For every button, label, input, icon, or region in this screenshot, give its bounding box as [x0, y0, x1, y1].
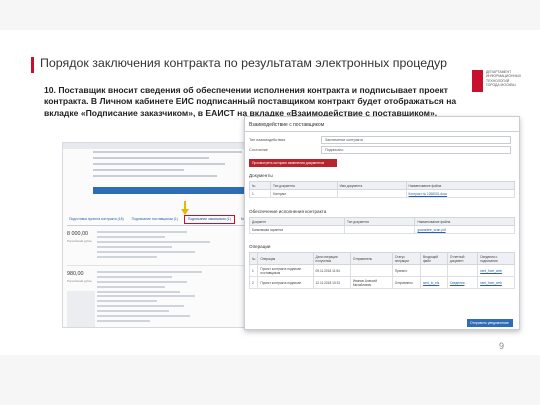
- field-label: Тип взаимодействия: [249, 138, 286, 142]
- eis-header-text: [93, 151, 258, 181]
- security-heading: Обеспечение исполнения контракта: [249, 209, 327, 214]
- page-number: 9: [499, 341, 505, 351]
- slide-title: Порядок заключения контракта по результа…: [40, 56, 448, 70]
- signing-link[interactable]: sent_from_web: [477, 276, 515, 289]
- column-header: Наименование файла: [405, 181, 516, 190]
- security-file-link[interactable]: guarantee_scan.pdf: [414, 225, 515, 234]
- title-divider: [245, 131, 519, 132]
- logo-text: департамент информационных технологий го…: [486, 70, 522, 88]
- slide-description: 10. Поставщик вносит сведения об обеспеч…: [44, 85, 457, 118]
- tab-contract-preparation[interactable]: Подготовка проекта контракта (18): [67, 215, 126, 224]
- contract-price: 980,00: [67, 271, 84, 277]
- contract-card-details: [97, 231, 247, 261]
- documents-heading: Документы: [249, 173, 273, 178]
- table-cell: 12.11.2018 10:31: [312, 276, 351, 289]
- documents-table: № Тип документа Имя документа Наименован…: [249, 181, 516, 198]
- history-button[interactable]: Просмотреть историю изменения документов: [249, 159, 337, 167]
- currency-label: Российский рубль: [67, 279, 92, 283]
- card-divider: [67, 265, 261, 266]
- currency-label: Российский рубль: [67, 239, 92, 243]
- column-header: Наименование файла: [414, 217, 515, 226]
- eis-topbar: [63, 143, 261, 149]
- contract-card-details: [97, 295, 247, 325]
- column-header: Дата операции получения: [312, 252, 351, 265]
- column-header: Документ: [249, 217, 345, 226]
- security-table: Документ Тип документа Наименование файл…: [249, 217, 515, 234]
- table-cell: Иванов Алексей Михайлович: [349, 276, 393, 289]
- table-row: 2 Проект контракта подписан 12.11.2018 1…: [248, 276, 515, 289]
- arrow-down-icon: [181, 201, 189, 215]
- eis-nav-bar[interactable]: [93, 187, 259, 194]
- column-header: №: [248, 252, 259, 265]
- table-cell: Принято: [391, 264, 421, 277]
- table-cell: [336, 189, 407, 198]
- table-cell: Проект контракта подписан поставщиком: [257, 264, 314, 277]
- eis-cabinet-screenshot: Подготовка проекта контракта (18) Подпис…: [62, 142, 262, 328]
- table-header-row: Документ Тип документа Наименование файл…: [249, 217, 515, 226]
- signing-link[interactable]: sent_from_web: [477, 264, 515, 277]
- contract-price: 8 000,00: [67, 231, 88, 237]
- table-cell: Контракт: [269, 189, 338, 198]
- table-cell: [343, 225, 416, 234]
- table-cell: [419, 264, 448, 277]
- table-cell: [446, 264, 479, 277]
- bottom-band: [0, 355, 540, 405]
- table-cell: 1: [248, 264, 259, 277]
- table-cell: 09.11.2018 11:54: [312, 264, 351, 277]
- table-cell: 1: [249, 189, 271, 198]
- tab-supplier-signing[interactable]: Подписание поставщиком (1): [130, 215, 180, 224]
- table-header-row: № Операция Дата операции получения Отпра…: [248, 252, 515, 265]
- interaction-type-field[interactable]: Заключение контракта: [321, 136, 511, 144]
- table-row: Банковская гарантия guarantee_scan.pdf: [249, 225, 515, 234]
- column-header: Тип документа: [269, 181, 338, 190]
- column-header: Входящий файл: [419, 252, 448, 265]
- card-thumbnail: [67, 291, 95, 327]
- title-accent-bar: [31, 57, 34, 73]
- column-header: Операция: [257, 252, 314, 265]
- table-row: 1 Контракт Контракт № 1268001.docx: [249, 189, 516, 198]
- document-file-link[interactable]: Контракт № 1268001.docx: [405, 189, 516, 198]
- report-document-link[interactable]: Сведения: [446, 276, 479, 289]
- top-band: [0, 0, 540, 30]
- status-field[interactable]: Подписано: [321, 146, 511, 154]
- column-header: Отправитель: [349, 252, 393, 265]
- incoming-file-link[interactable]: sent_to_eis: [419, 276, 448, 289]
- send-notification-button[interactable]: Отправить уведомление: [467, 319, 513, 327]
- operations-table: № Операция Дата операции получения Отпра…: [248, 252, 515, 289]
- interaction-title: Взаимодействие с поставщиком: [249, 122, 325, 128]
- table-row: 1 Проект контракта подписан поставщиком …: [248, 264, 515, 277]
- column-header: Имя документа: [336, 181, 407, 190]
- field-label: Состояние: [249, 148, 268, 152]
- eis-tabs: Подготовка проекта контракта (18) Подпис…: [67, 215, 261, 224]
- table-cell: 2: [248, 276, 259, 289]
- table-cell: Проект контракта подписан: [257, 276, 314, 289]
- operations-heading: Операции: [249, 244, 271, 249]
- column-header: №: [249, 181, 271, 190]
- table-header-row: № Тип документа Имя документа Наименован…: [249, 181, 516, 190]
- tab-customer-signing[interactable]: Подписание заказчиком (1): [183, 215, 235, 224]
- table-cell: Отправлено: [391, 276, 421, 289]
- column-header: Статус операции: [391, 252, 421, 265]
- table-cell: [349, 264, 393, 277]
- table-cell: Банковская гарантия: [249, 225, 345, 234]
- contract-card-details: [97, 271, 247, 296]
- column-header: Отчетный документ: [446, 252, 479, 265]
- column-header: Сведения о подписании: [477, 252, 515, 265]
- tabs-divider: [67, 225, 261, 226]
- column-header: Тип документа: [343, 217, 416, 226]
- eaist-interaction-screenshot: Взаимодействие с поставщиком Тип взаимод…: [244, 116, 520, 330]
